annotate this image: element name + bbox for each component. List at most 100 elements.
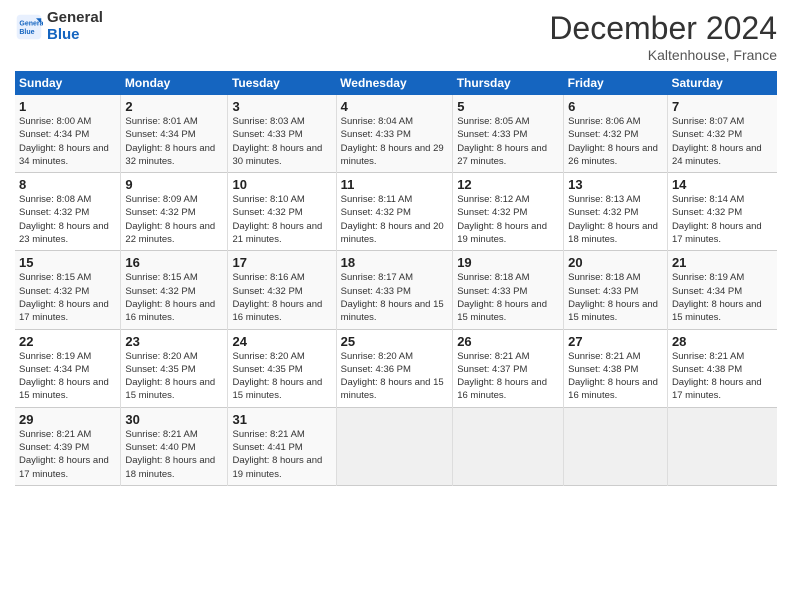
day-info: Sunrise: 8:11 AM Sunset: 4:32 PM Dayligh… (341, 193, 449, 246)
day-info: Sunrise: 8:10 AM Sunset: 4:32 PM Dayligh… (232, 193, 331, 246)
sunrise-label: Sunrise: 8:19 AM (19, 351, 91, 362)
day-number: 9 (125, 177, 223, 192)
sunset-label: Sunset: 4:36 PM (341, 364, 411, 375)
day-info: Sunrise: 8:21 AM Sunset: 4:39 PM Dayligh… (19, 428, 116, 481)
day-number: 28 (672, 334, 773, 349)
calendar-cell: 14 Sunrise: 8:14 AM Sunset: 4:32 PM Dayl… (667, 173, 777, 251)
sunrise-label: Sunrise: 8:14 AM (672, 194, 744, 205)
calendar-cell: 12 Sunrise: 8:12 AM Sunset: 4:32 PM Dayl… (453, 173, 564, 251)
daylight-label: Daylight: 8 hours and 16 minutes. (232, 299, 322, 323)
daylight-label: Daylight: 8 hours and 17 minutes. (672, 221, 762, 245)
day-info: Sunrise: 8:21 AM Sunset: 4:38 PM Dayligh… (672, 350, 773, 403)
sunset-label: Sunset: 4:32 PM (568, 207, 638, 218)
sunrise-label: Sunrise: 8:21 AM (672, 351, 744, 362)
day-number: 26 (457, 334, 559, 349)
day-info: Sunrise: 8:18 AM Sunset: 4:33 PM Dayligh… (457, 271, 559, 324)
sunrise-label: Sunrise: 8:13 AM (568, 194, 640, 205)
calendar-cell (336, 407, 453, 485)
sunset-label: Sunset: 4:32 PM (672, 129, 742, 140)
sunset-label: Sunset: 4:34 PM (672, 286, 742, 297)
sunrise-label: Sunrise: 8:17 AM (341, 272, 413, 283)
day-number: 19 (457, 255, 559, 270)
calendar-cell: 1 Sunrise: 8:00 AM Sunset: 4:34 PM Dayli… (15, 95, 121, 173)
day-number: 1 (19, 99, 116, 114)
calendar-cell (667, 407, 777, 485)
calendar-cell: 19 Sunrise: 8:18 AM Sunset: 4:33 PM Dayl… (453, 251, 564, 329)
sunrise-label: Sunrise: 8:21 AM (125, 429, 197, 440)
calendar-cell: 9 Sunrise: 8:09 AM Sunset: 4:32 PM Dayli… (121, 173, 228, 251)
sunrise-label: Sunrise: 8:00 AM (19, 116, 91, 127)
day-info: Sunrise: 8:21 AM Sunset: 4:41 PM Dayligh… (232, 428, 331, 481)
daylight-label: Daylight: 8 hours and 27 minutes. (457, 143, 547, 167)
sunset-label: Sunset: 4:32 PM (125, 286, 195, 297)
day-info: Sunrise: 8:20 AM Sunset: 4:35 PM Dayligh… (125, 350, 223, 403)
sunset-label: Sunset: 4:33 PM (457, 286, 527, 297)
sunset-label: Sunset: 4:34 PM (125, 129, 195, 140)
daylight-label: Daylight: 8 hours and 21 minutes. (232, 221, 322, 245)
calendar-cell: 16 Sunrise: 8:15 AM Sunset: 4:32 PM Dayl… (121, 251, 228, 329)
logo-icon: General Blue (15, 13, 43, 41)
logo-line1: General (47, 10, 103, 27)
day-info: Sunrise: 8:19 AM Sunset: 4:34 PM Dayligh… (19, 350, 116, 403)
day-number: 20 (568, 255, 663, 270)
calendar-body: 1 Sunrise: 8:00 AM Sunset: 4:34 PM Dayli… (15, 95, 777, 485)
sunrise-label: Sunrise: 8:08 AM (19, 194, 91, 205)
sunset-label: Sunset: 4:34 PM (19, 129, 89, 140)
daylight-label: Daylight: 8 hours and 29 minutes. (341, 143, 444, 167)
calendar-cell: 26 Sunrise: 8:21 AM Sunset: 4:37 PM Dayl… (453, 329, 564, 407)
sunset-label: Sunset: 4:33 PM (341, 129, 411, 140)
sunrise-label: Sunrise: 8:21 AM (457, 351, 529, 362)
day-info: Sunrise: 8:09 AM Sunset: 4:32 PM Dayligh… (125, 193, 223, 246)
sunrise-label: Sunrise: 8:01 AM (125, 116, 197, 127)
calendar-table: Sunday Monday Tuesday Wednesday Thursday… (15, 71, 777, 486)
month-title: December 2024 (549, 10, 777, 47)
sunset-label: Sunset: 4:32 PM (672, 207, 742, 218)
sunset-label: Sunset: 4:37 PM (457, 364, 527, 375)
calendar-cell: 7 Sunrise: 8:07 AM Sunset: 4:32 PM Dayli… (667, 95, 777, 173)
sunset-label: Sunset: 4:33 PM (457, 129, 527, 140)
daylight-label: Daylight: 8 hours and 18 minutes. (568, 221, 658, 245)
daylight-label: Daylight: 8 hours and 19 minutes. (457, 221, 547, 245)
calendar-cell: 29 Sunrise: 8:21 AM Sunset: 4:39 PM Dayl… (15, 407, 121, 485)
day-info: Sunrise: 8:14 AM Sunset: 4:32 PM Dayligh… (672, 193, 773, 246)
sunrise-label: Sunrise: 8:21 AM (232, 429, 304, 440)
calendar-cell: 25 Sunrise: 8:20 AM Sunset: 4:36 PM Dayl… (336, 329, 453, 407)
daylight-label: Daylight: 8 hours and 22 minutes. (125, 221, 215, 245)
day-number: 3 (232, 99, 331, 114)
daylight-label: Daylight: 8 hours and 16 minutes. (568, 377, 658, 401)
day-number: 24 (232, 334, 331, 349)
day-number: 27 (568, 334, 663, 349)
logo-line2: Blue (47, 27, 103, 44)
sunset-label: Sunset: 4:32 PM (125, 207, 195, 218)
daylight-label: Daylight: 8 hours and 30 minutes. (232, 143, 322, 167)
day-number: 25 (341, 334, 449, 349)
calendar-cell: 17 Sunrise: 8:16 AM Sunset: 4:32 PM Dayl… (228, 251, 336, 329)
day-number: 30 (125, 412, 223, 427)
col-thursday: Thursday (453, 71, 564, 95)
calendar-cell: 13 Sunrise: 8:13 AM Sunset: 4:32 PM Dayl… (564, 173, 668, 251)
col-saturday: Saturday (667, 71, 777, 95)
calendar-cell: 15 Sunrise: 8:15 AM Sunset: 4:32 PM Dayl… (15, 251, 121, 329)
day-number: 7 (672, 99, 773, 114)
sunset-label: Sunset: 4:33 PM (568, 286, 638, 297)
calendar-cell: 28 Sunrise: 8:21 AM Sunset: 4:38 PM Dayl… (667, 329, 777, 407)
day-info: Sunrise: 8:21 AM Sunset: 4:38 PM Dayligh… (568, 350, 663, 403)
day-number: 22 (19, 334, 116, 349)
sunrise-label: Sunrise: 8:12 AM (457, 194, 529, 205)
sunset-label: Sunset: 4:32 PM (19, 207, 89, 218)
daylight-label: Daylight: 8 hours and 19 minutes. (232, 455, 322, 479)
sunset-label: Sunset: 4:32 PM (457, 207, 527, 218)
sunrise-label: Sunrise: 8:07 AM (672, 116, 744, 127)
day-number: 5 (457, 99, 559, 114)
col-wednesday: Wednesday (336, 71, 453, 95)
calendar-cell: 3 Sunrise: 8:03 AM Sunset: 4:33 PM Dayli… (228, 95, 336, 173)
daylight-label: Daylight: 8 hours and 15 minutes. (568, 299, 658, 323)
calendar-cell: 27 Sunrise: 8:21 AM Sunset: 4:38 PM Dayl… (564, 329, 668, 407)
day-info: Sunrise: 8:01 AM Sunset: 4:34 PM Dayligh… (125, 115, 223, 168)
day-number: 21 (672, 255, 773, 270)
sunrise-label: Sunrise: 8:19 AM (672, 272, 744, 283)
sunrise-label: Sunrise: 8:15 AM (19, 272, 91, 283)
calendar-cell: 6 Sunrise: 8:06 AM Sunset: 4:32 PM Dayli… (564, 95, 668, 173)
day-info: Sunrise: 8:00 AM Sunset: 4:34 PM Dayligh… (19, 115, 116, 168)
sunrise-label: Sunrise: 8:15 AM (125, 272, 197, 283)
